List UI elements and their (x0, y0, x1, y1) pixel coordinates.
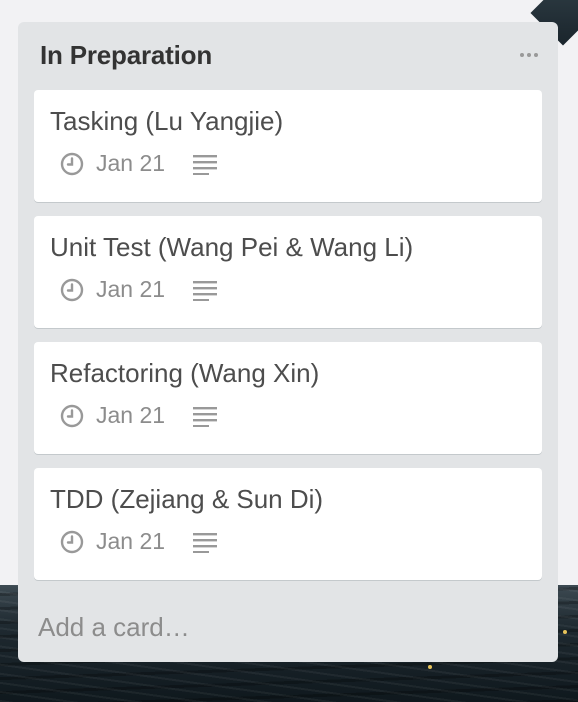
more-horizontal-icon[interactable] (514, 40, 544, 70)
background-light-dot (563, 630, 567, 634)
due-date-text: Jan 21 (96, 276, 166, 302)
card-badges: Jan 21 (60, 402, 218, 429)
menu-dot (527, 53, 531, 57)
description-icon (193, 406, 218, 427)
list-in-preparation: In Preparation Tasking (Lu Yangjie) Jan … (18, 22, 558, 662)
clock-icon (60, 404, 84, 427)
description-icon (193, 280, 218, 301)
add-card-button[interactable]: Add a card… (38, 612, 190, 643)
card-list: Tasking (Lu Yangjie) Jan 21 Unit Test (W… (34, 90, 542, 594)
due-date-badge: Jan 21 (60, 402, 165, 429)
due-date-text: Jan 21 (96, 402, 166, 428)
due-date-badge: Jan 21 (60, 150, 165, 177)
card-tasking[interactable]: Tasking (Lu Yangjie) Jan 21 (34, 90, 542, 202)
card-badges: Jan 21 (60, 276, 218, 303)
list-title[interactable]: In Preparation (40, 40, 212, 71)
description-icon (193, 154, 218, 175)
card-refactoring[interactable]: Refactoring (Wang Xin) Jan 21 (34, 342, 542, 454)
card-tdd[interactable]: TDD (Zejiang & Sun Di) Jan 21 (34, 468, 542, 580)
card-title: Unit Test (Wang Pei & Wang Li) (50, 232, 414, 262)
due-date-text: Jan 21 (96, 528, 166, 554)
card-title: TDD (Zejiang & Sun Di) (50, 484, 324, 514)
clock-icon (60, 278, 84, 301)
due-date-badge: Jan 21 (60, 276, 165, 303)
card-title: Tasking (Lu Yangjie) (50, 106, 284, 136)
card-unit-test[interactable]: Unit Test (Wang Pei & Wang Li) Jan 21 (34, 216, 542, 328)
card-badges: Jan 21 (60, 528, 218, 555)
description-icon (193, 532, 218, 553)
due-date-text: Jan 21 (96, 150, 166, 176)
list-header: In Preparation (40, 40, 544, 72)
card-title: Refactoring (Wang Xin) (50, 358, 320, 388)
clock-icon (60, 530, 84, 553)
due-date-badge: Jan 21 (60, 528, 165, 555)
menu-dot (520, 53, 524, 57)
clock-icon (60, 152, 84, 175)
card-badges: Jan 21 (60, 150, 218, 177)
menu-dot (534, 53, 538, 57)
background-light-dot (428, 665, 432, 669)
